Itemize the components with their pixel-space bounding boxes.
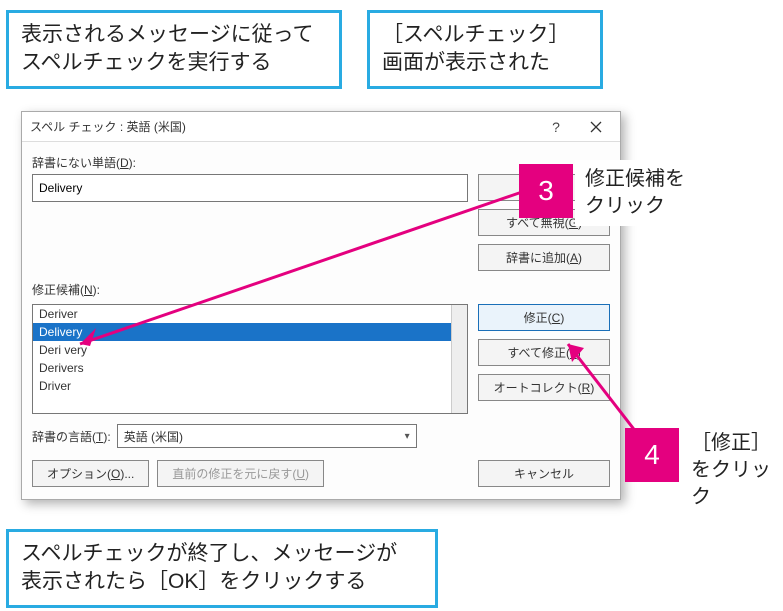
change-all-button[interactable]: すべて修正(L)	[478, 339, 610, 366]
dict-lang-select[interactable]: 英語 (米国) ▾	[117, 424, 417, 448]
help-button[interactable]: ?	[536, 114, 576, 140]
step-4-badge: 4	[625, 428, 679, 482]
dict-lang-value: 英語 (米国)	[124, 428, 183, 445]
dict-lang-label: 辞書の言語(T):	[32, 428, 111, 445]
callout-top-left: 表示されるメッセージに従って スペルチェックを実行する	[6, 10, 342, 89]
change-button[interactable]: 修正(C)	[478, 304, 610, 331]
callout-bottom: スペルチェックが終了し、メッセージが 表示されたら［OK］をクリックする	[6, 529, 438, 608]
step-3-label: 修正候補を クリック	[575, 160, 725, 226]
list-item[interactable]: Derivers	[33, 359, 451, 377]
undo-last-button[interactable]: 直前の修正を元に戻す(U)	[157, 460, 324, 487]
autocorrect-button[interactable]: オートコレクト(R)	[478, 374, 610, 401]
cancel-button[interactable]: キャンセル	[478, 460, 610, 487]
suggestions-listbox[interactable]: DeriverDeliveryDeri veryDeriversDriver	[32, 304, 468, 414]
close-icon	[590, 121, 602, 133]
chevron-down-icon: ▾	[405, 431, 410, 442]
close-button[interactable]	[576, 114, 616, 140]
list-item[interactable]: Delivery	[33, 323, 451, 341]
step-3-badge: 3	[519, 164, 573, 218]
list-item[interactable]: Driver	[33, 377, 451, 395]
suggestions-label: 修正候補(N):	[32, 281, 610, 298]
add-to-dict-button[interactable]: 辞書に追加(A)	[478, 244, 610, 271]
not-in-dict-input[interactable]	[32, 174, 468, 202]
list-item[interactable]: Deri very	[33, 341, 451, 359]
list-item[interactable]: Deriver	[33, 305, 451, 323]
dialog-title: スペル チェック : 英語 (米国)	[30, 118, 536, 135]
options-button[interactable]: オプション(O)...	[32, 460, 149, 487]
dialog-titlebar: スペル チェック : 英語 (米国) ?	[22, 112, 620, 142]
callout-top-right: ［スペルチェック］ 画面が表示された	[367, 10, 603, 89]
step-4-label: ［修正］ をクリック	[681, 424, 783, 517]
scrollbar[interactable]	[451, 305, 467, 413]
